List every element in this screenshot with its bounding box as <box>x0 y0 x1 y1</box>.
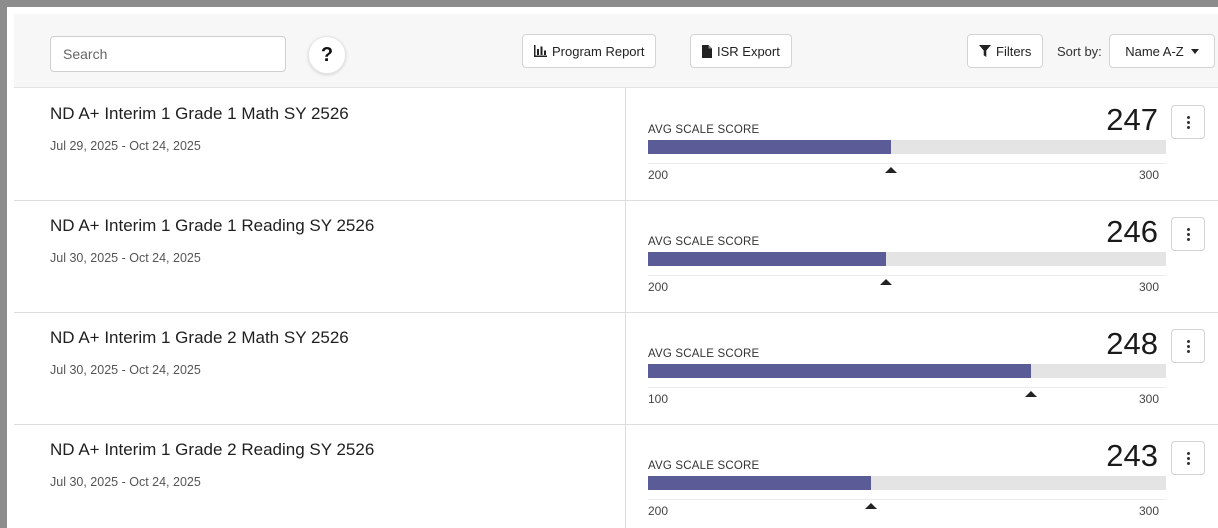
score-label: AVG SCALE SCORE <box>648 236 760 248</box>
kebab-icon <box>1186 227 1190 231</box>
kebab-icon-dot <box>1186 461 1190 465</box>
assessment-list: ND A+ Interim 1 Grade 1 Math SY 2526 Jul… <box>14 88 1218 528</box>
score-marker-icon <box>885 167 898 173</box>
filters-label: Filters <box>996 43 1032 59</box>
kebab-icon <box>1186 115 1190 119</box>
scale-line <box>648 275 1166 276</box>
file-icon <box>702 44 712 58</box>
caret-down-icon <box>1190 48 1199 54</box>
kebab-icon-dot <box>1186 125 1190 129</box>
assessment-row: ND A+ Interim 1 Grade 2 Reading SY 2526 … <box>14 424 1218 528</box>
score-bar-fill <box>648 140 892 154</box>
scale-max: 300 <box>1138 280 1159 294</box>
score-label: AVG SCALE SCORE <box>648 460 760 472</box>
isr-export-button[interactable]: ISR Export <box>690 34 792 68</box>
scale-min: 200 <box>648 168 669 182</box>
score-bar-track <box>648 252 1166 266</box>
more-options-button[interactable] <box>1171 329 1205 363</box>
kebab-icon-dot <box>1186 237 1190 241</box>
assessment-title[interactable]: ND A+ Interim 1 Grade 1 Math SY 2526 <box>50 104 349 124</box>
assessment-info: ND A+ Interim 1 Grade 2 Reading SY 2526 … <box>14 424 626 528</box>
scale-min: 100 <box>648 392 669 406</box>
kebab-icon-dot <box>1186 344 1190 348</box>
search-input[interactable] <box>50 36 286 72</box>
score-bar-fill <box>648 252 887 266</box>
score-bar-fill <box>648 364 1032 378</box>
bar-chart-icon <box>534 45 547 57</box>
score-value: 247 <box>1106 102 1158 137</box>
score-marker-icon <box>864 503 877 509</box>
score-bar-track <box>648 364 1166 378</box>
score-bar-track <box>648 140 1166 154</box>
isr-export-label: ISR Export <box>717 43 780 59</box>
assessment-title[interactable]: ND A+ Interim 1 Grade 2 Math SY 2526 <box>50 328 349 348</box>
assessment-row: ND A+ Interim 1 Grade 1 Reading SY 2526 … <box>14 200 1218 313</box>
program-report-button[interactable]: Program Report <box>522 34 657 68</box>
scale-line <box>648 387 1166 388</box>
score-label: AVG SCALE SCORE <box>648 348 760 360</box>
assessment-info: ND A+ Interim 1 Grade 2 Math SY 2526 Jul… <box>14 312 626 424</box>
scale-max: 300 <box>1138 392 1159 406</box>
assessment-dates: Jul 30, 2025 - Oct 24, 2025 <box>50 475 201 489</box>
scale-min: 200 <box>648 280 669 294</box>
program-report-label: Program Report <box>552 43 645 59</box>
assessment-row: ND A+ Interim 1 Grade 1 Math SY 2526 Jul… <box>14 88 1218 201</box>
app-frame: ? Program Report ISR Export Filters <box>0 0 1218 528</box>
kebab-icon <box>1186 339 1190 343</box>
assessment-title[interactable]: ND A+ Interim 1 Grade 2 Reading SY 2526 <box>50 440 374 460</box>
scale-line <box>648 499 1166 500</box>
toolbar: ? Program Report ISR Export Filters <box>14 14 1218 88</box>
sort-value: Name A-Z <box>1125 43 1184 59</box>
score-value: 243 <box>1106 438 1158 473</box>
score-bar-track <box>648 476 1166 490</box>
kebab-icon-dot <box>1186 456 1190 460</box>
score-value: 248 <box>1106 326 1158 361</box>
assessment-dates: Jul 30, 2025 - Oct 24, 2025 <box>50 251 201 265</box>
sort-select[interactable]: Name A-Z <box>1109 34 1215 68</box>
scale-min: 200 <box>648 504 669 518</box>
kebab-icon-dot <box>1186 120 1190 124</box>
score-marker-icon <box>1025 391 1038 397</box>
assessment-title[interactable]: ND A+ Interim 1 Grade 1 Reading SY 2526 <box>50 216 374 236</box>
assessment-row: ND A+ Interim 1 Grade 2 Math SY 2526 Jul… <box>14 312 1218 425</box>
kebab-icon-dot <box>1186 349 1190 353</box>
scale-max: 300 <box>1138 168 1159 182</box>
scale-line <box>648 163 1166 164</box>
assessment-dates: Jul 30, 2025 - Oct 24, 2025 <box>50 363 201 377</box>
kebab-icon-dot <box>1186 232 1190 236</box>
score-value: 246 <box>1106 214 1158 249</box>
score-marker-icon <box>880 279 893 285</box>
score-label: AVG SCALE SCORE <box>648 124 760 136</box>
scale-max: 300 <box>1138 504 1159 518</box>
filters-button[interactable]: Filters <box>967 34 1044 68</box>
score-bar-fill <box>648 476 871 490</box>
help-icon: ? <box>320 43 334 66</box>
assessment-dates: Jul 29, 2025 - Oct 24, 2025 <box>50 139 201 153</box>
more-options-button[interactable] <box>1171 441 1205 475</box>
more-options-button[interactable] <box>1171 217 1205 251</box>
help-button[interactable]: ? <box>308 36 346 74</box>
more-options-button[interactable] <box>1171 105 1205 139</box>
assessment-info: ND A+ Interim 1 Grade 1 Math SY 2526 Jul… <box>14 88 626 200</box>
kebab-icon <box>1186 451 1190 455</box>
assessment-info: ND A+ Interim 1 Grade 1 Reading SY 2526 … <box>14 200 626 312</box>
sort-label: Sort by: <box>1057 44 1102 59</box>
filter-icon <box>979 45 991 57</box>
